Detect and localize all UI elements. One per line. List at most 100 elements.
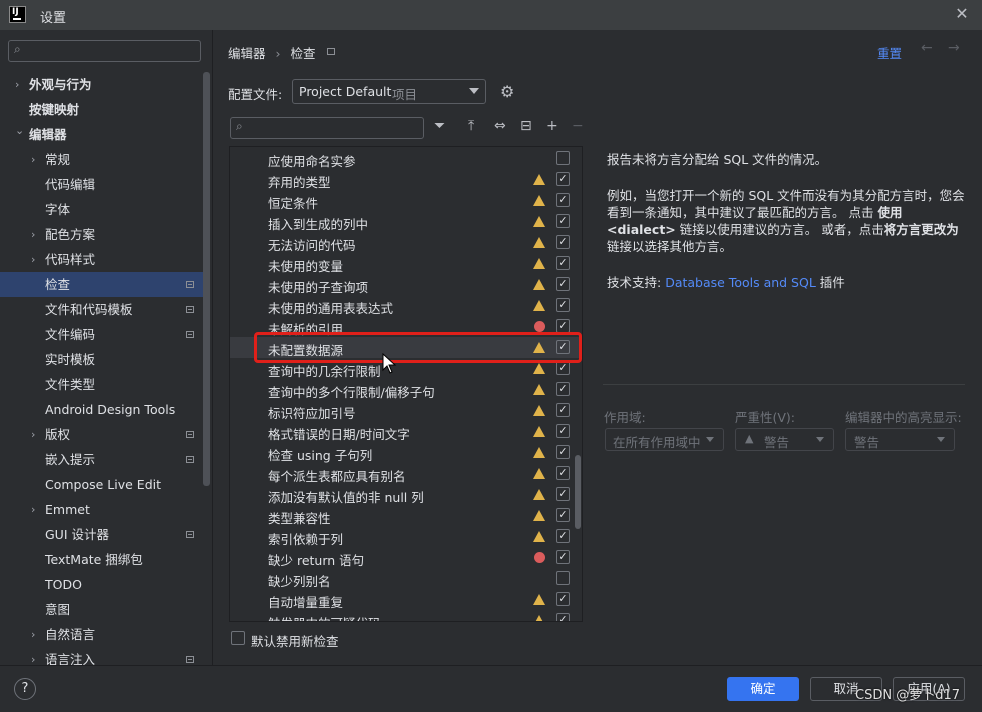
chevron-right-icon[interactable]: ›	[31, 422, 35, 447]
chevron-right-icon[interactable]: ›	[15, 72, 19, 97]
inspection-checkbox[interactable]: ✓	[556, 445, 570, 459]
sidebar-search-input[interactable]: ⌕	[8, 40, 201, 62]
gear-icon[interactable]: ⚙	[500, 82, 514, 101]
add-icon[interactable]: +	[546, 118, 558, 134]
sidebar-item[interactable]: TextMate 捆绑包	[0, 547, 203, 572]
help-icon[interactable]: ?	[14, 678, 36, 700]
inspection-row[interactable]: 检查 using 子句列 ✓	[230, 442, 582, 463]
chevron-right-icon[interactable]: ›	[31, 497, 35, 522]
inspection-row[interactable]: 未使用的子查询项 ✓	[230, 274, 582, 295]
inspection-row[interactable]: 每个派生表都应具有别名 ✓	[230, 463, 582, 484]
sidebar-item[interactable]: 意图	[0, 597, 203, 622]
inspection-row[interactable]: 未使用的变量 ✓	[230, 253, 582, 274]
inspection-checkbox[interactable]: ✓	[556, 550, 570, 564]
chevron-right-icon[interactable]: ›	[31, 222, 35, 247]
sidebar-item[interactable]: › 外观与行为	[0, 72, 203, 97]
inspection-row[interactable]: 无法访问的代码 ✓	[230, 232, 582, 253]
sidebar-scrollbar[interactable]	[203, 72, 210, 486]
sidebar-item[interactable]: › 版权	[0, 422, 203, 447]
ok-button[interactable]: 确定	[727, 677, 799, 701]
sidebar-item[interactable]: › 语言注入	[0, 647, 203, 672]
inspection-checkbox[interactable]: ✓	[556, 613, 570, 621]
sidebar-item[interactable]: 按键映射	[0, 97, 203, 122]
sidebar-item[interactable]: 文件和代码模板	[0, 297, 203, 322]
inspection-checkbox[interactable]: ✓	[556, 529, 570, 543]
inspection-row[interactable]: 添加没有默认值的非 null 列 ✓	[230, 484, 582, 505]
sidebar-item[interactable]: › Emmet	[0, 497, 203, 522]
inspection-row[interactable]: 应使用命名实参	[230, 148, 582, 169]
inspection-row[interactable]: 缺少 return 语句 ✓	[230, 547, 582, 568]
inspection-row[interactable]: 类型兼容性 ✓	[230, 505, 582, 526]
inspection-name: 触发器中的可疑代码	[268, 613, 381, 621]
forward-arrow-icon[interactable]: →	[948, 40, 960, 56]
inspection-row[interactable]: 触发器中的可疑代码 ✓	[230, 610, 582, 621]
inspection-checkbox[interactable]: ✓	[556, 424, 570, 438]
filter-icon[interactable]: ⏷	[434, 118, 445, 134]
inspection-checkbox[interactable]: ✓	[556, 466, 570, 480]
breadcrumb-parent[interactable]: 编辑器	[228, 46, 266, 61]
inspection-row[interactable]: 索引依赖于列 ✓	[230, 526, 582, 547]
inspection-checkbox[interactable]: ✓	[556, 592, 570, 606]
sidebar-item[interactable]: 嵌入提示	[0, 447, 203, 472]
sidebar-item[interactable]: Android Design Tools	[0, 397, 203, 422]
close-icon[interactable]: ✕	[952, 4, 972, 24]
inspection-checkbox[interactable]	[556, 571, 570, 585]
remove-icon[interactable]: −	[572, 118, 584, 134]
tree-scrollbar[interactable]	[575, 455, 581, 529]
reset-icon[interactable]: ⊟	[520, 118, 532, 134]
expand-all-icon[interactable]: ⤒	[468, 118, 474, 134]
inspection-checkbox[interactable]: ✓	[556, 319, 570, 333]
inspection-row[interactable]: 弃用的类型 ✓	[230, 169, 582, 190]
inspection-checkbox[interactable]: ✓	[556, 298, 570, 312]
chevron-right-icon[interactable]: ›	[31, 147, 35, 172]
sidebar-item[interactable]: › 常规	[0, 147, 203, 172]
sidebar-item-label: Android Design Tools	[45, 402, 176, 417]
inspection-search-input[interactable]: ⌕	[230, 117, 424, 139]
chevron-down-icon[interactable]: ⌄	[15, 118, 24, 143]
sidebar-item[interactable]: 实时模板	[0, 347, 203, 372]
sidebar-item[interactable]: 代码编辑	[0, 172, 203, 197]
sidebar-item[interactable]: 文件类型	[0, 372, 203, 397]
description-summary: 报告未将方言分配给 SQL 文件的情况。	[607, 152, 828, 167]
inspection-checkbox[interactable]: ✓	[556, 487, 570, 501]
inspection-checkbox[interactable]: ✓	[556, 214, 570, 228]
sidebar-item[interactable]: 检查	[0, 272, 203, 297]
inspection-checkbox[interactable]: ✓	[556, 508, 570, 522]
inspection-row[interactable]: 查询中的多个行限制/偏移子句 ✓	[230, 379, 582, 400]
inspection-checkbox[interactable]: ✓	[556, 382, 570, 396]
plugin-link[interactable]: Database Tools and SQL	[665, 275, 816, 290]
sidebar-item[interactable]: 文件编码	[0, 322, 203, 347]
sidebar-item[interactable]: ⌄ 编辑器	[0, 122, 203, 147]
inspection-row[interactable]: 缺少列别名	[230, 568, 582, 589]
back-arrow-icon[interactable]: ←	[921, 40, 933, 56]
sidebar-item[interactable]: TODO	[0, 572, 203, 597]
sidebar-item[interactable]: › 自然语言	[0, 622, 203, 647]
inspection-row[interactable]: 自动增量重复 ✓	[230, 589, 582, 610]
chevron-right-icon[interactable]: ›	[31, 247, 35, 272]
inspection-checkbox[interactable]: ✓	[556, 193, 570, 207]
inspection-checkbox[interactable]: ✓	[556, 172, 570, 186]
inspection-checkbox[interactable]: ✓	[556, 277, 570, 291]
chevron-right-icon[interactable]: ›	[31, 647, 35, 672]
inspection-checkbox[interactable]: ✓	[556, 403, 570, 417]
chevron-right-icon[interactable]: ›	[31, 622, 35, 647]
default-disable-checkbox[interactable]	[231, 631, 245, 645]
warning-icon	[533, 468, 545, 479]
inspection-row[interactable]: 未使用的通用表表达式 ✓	[230, 295, 582, 316]
inspection-checkbox[interactable]: ✓	[556, 361, 570, 375]
sidebar-item[interactable]: GUI 设计器	[0, 522, 203, 547]
inspection-row[interactable]: 恒定条件 ✓	[230, 190, 582, 211]
search-icon: ⌕	[14, 42, 21, 56]
collapse-all-icon[interactable]: ⇔	[494, 118, 506, 134]
sidebar-item[interactable]: 字体	[0, 197, 203, 222]
sidebar-item[interactable]: › 配色方案	[0, 222, 203, 247]
inspection-row[interactable]: 格式错误的日期/时间文字 ✓	[230, 421, 582, 442]
inspection-row[interactable]: 插入到生成的列中 ✓	[230, 211, 582, 232]
inspection-row[interactable]: 标识符应加引号 ✓	[230, 400, 582, 421]
sidebar-item[interactable]: › 代码样式	[0, 247, 203, 272]
inspection-checkbox[interactable]	[556, 151, 570, 165]
reset-link[interactable]: 重置	[877, 43, 902, 62]
sidebar-item[interactable]: Compose Live Edit	[0, 472, 203, 497]
inspection-checkbox[interactable]: ✓	[556, 235, 570, 249]
inspection-checkbox[interactable]: ✓	[556, 256, 570, 270]
